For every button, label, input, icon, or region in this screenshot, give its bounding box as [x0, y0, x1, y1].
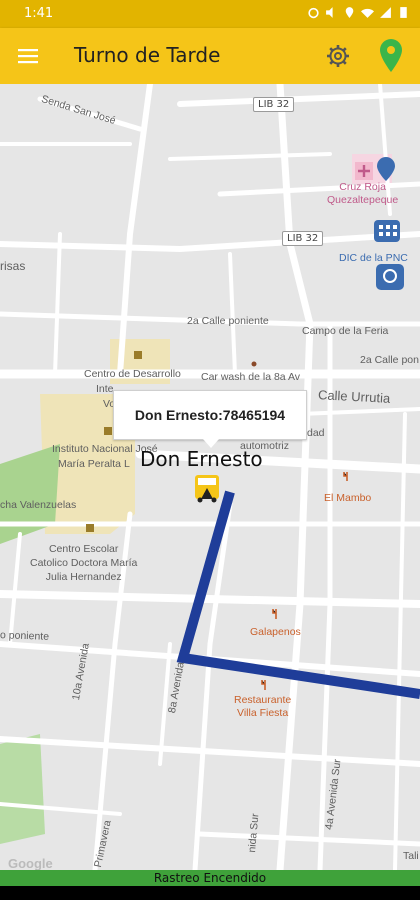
bus-info-popup[interactable]: Don Ernesto:78465194	[113, 390, 307, 448]
street-label: 2a Calle pon	[360, 354, 419, 366]
status-icons	[307, 6, 410, 19]
place-label: cha Valenzuelas	[0, 499, 77, 511]
route-shield: LIB 32	[253, 97, 295, 112]
street-label: Tali	[403, 850, 419, 862]
bus-marker-icon[interactable]	[193, 473, 221, 503]
place-label: María Peralta L	[58, 458, 130, 470]
status-bar: 1:41	[0, 0, 420, 28]
place-label: Centro de Desarrollo	[84, 368, 181, 380]
alarm-icon	[308, 7, 319, 19]
place-label: Cruz Roja Quezaltepeque	[327, 181, 399, 206]
map-view[interactable]: Senda San José LIB 32 LIB 32 2a Calle po…	[0, 84, 420, 870]
location-icon	[345, 7, 354, 18]
street-label: risas	[0, 259, 26, 273]
mute-icon	[326, 7, 333, 18]
place-label: DIC de la PNC	[339, 252, 408, 264]
menu-icon[interactable]	[14, 42, 42, 70]
wifi-icon	[361, 8, 374, 18]
place-label: Car wash de la 8a Av	[201, 371, 301, 383]
battery-icon	[400, 7, 407, 18]
street-label: 2a Calle poniente	[187, 315, 269, 327]
street-label: o poniente	[0, 629, 50, 643]
place-label: El Mambo	[324, 492, 372, 504]
place-label: Centro Escolar Catolico Doctora María Ju…	[30, 543, 138, 583]
app-toolbar: Turno de Tarde	[0, 28, 420, 84]
place-label: dad	[307, 427, 325, 439]
google-logo: Google	[8, 856, 53, 870]
gear-icon[interactable]	[324, 42, 352, 70]
status-time: 1:41	[24, 6, 54, 21]
place-label: Inte	[96, 383, 114, 395]
place-label: Campo de la Feria	[302, 325, 389, 337]
location-pin-icon[interactable]	[376, 37, 406, 75]
place-label: Restaurante Villa Fiesta	[234, 694, 292, 719]
route-shield: LIB 32	[282, 231, 324, 246]
place-label: Galapenos	[250, 626, 301, 638]
signal-icon	[380, 7, 391, 18]
system-nav-bar	[0, 886, 420, 900]
page-title: Turno de Tarde	[74, 43, 221, 67]
tracking-status-bar: Rastreo Encendido	[0, 870, 420, 886]
bus-label: Don Ernesto	[140, 447, 263, 471]
